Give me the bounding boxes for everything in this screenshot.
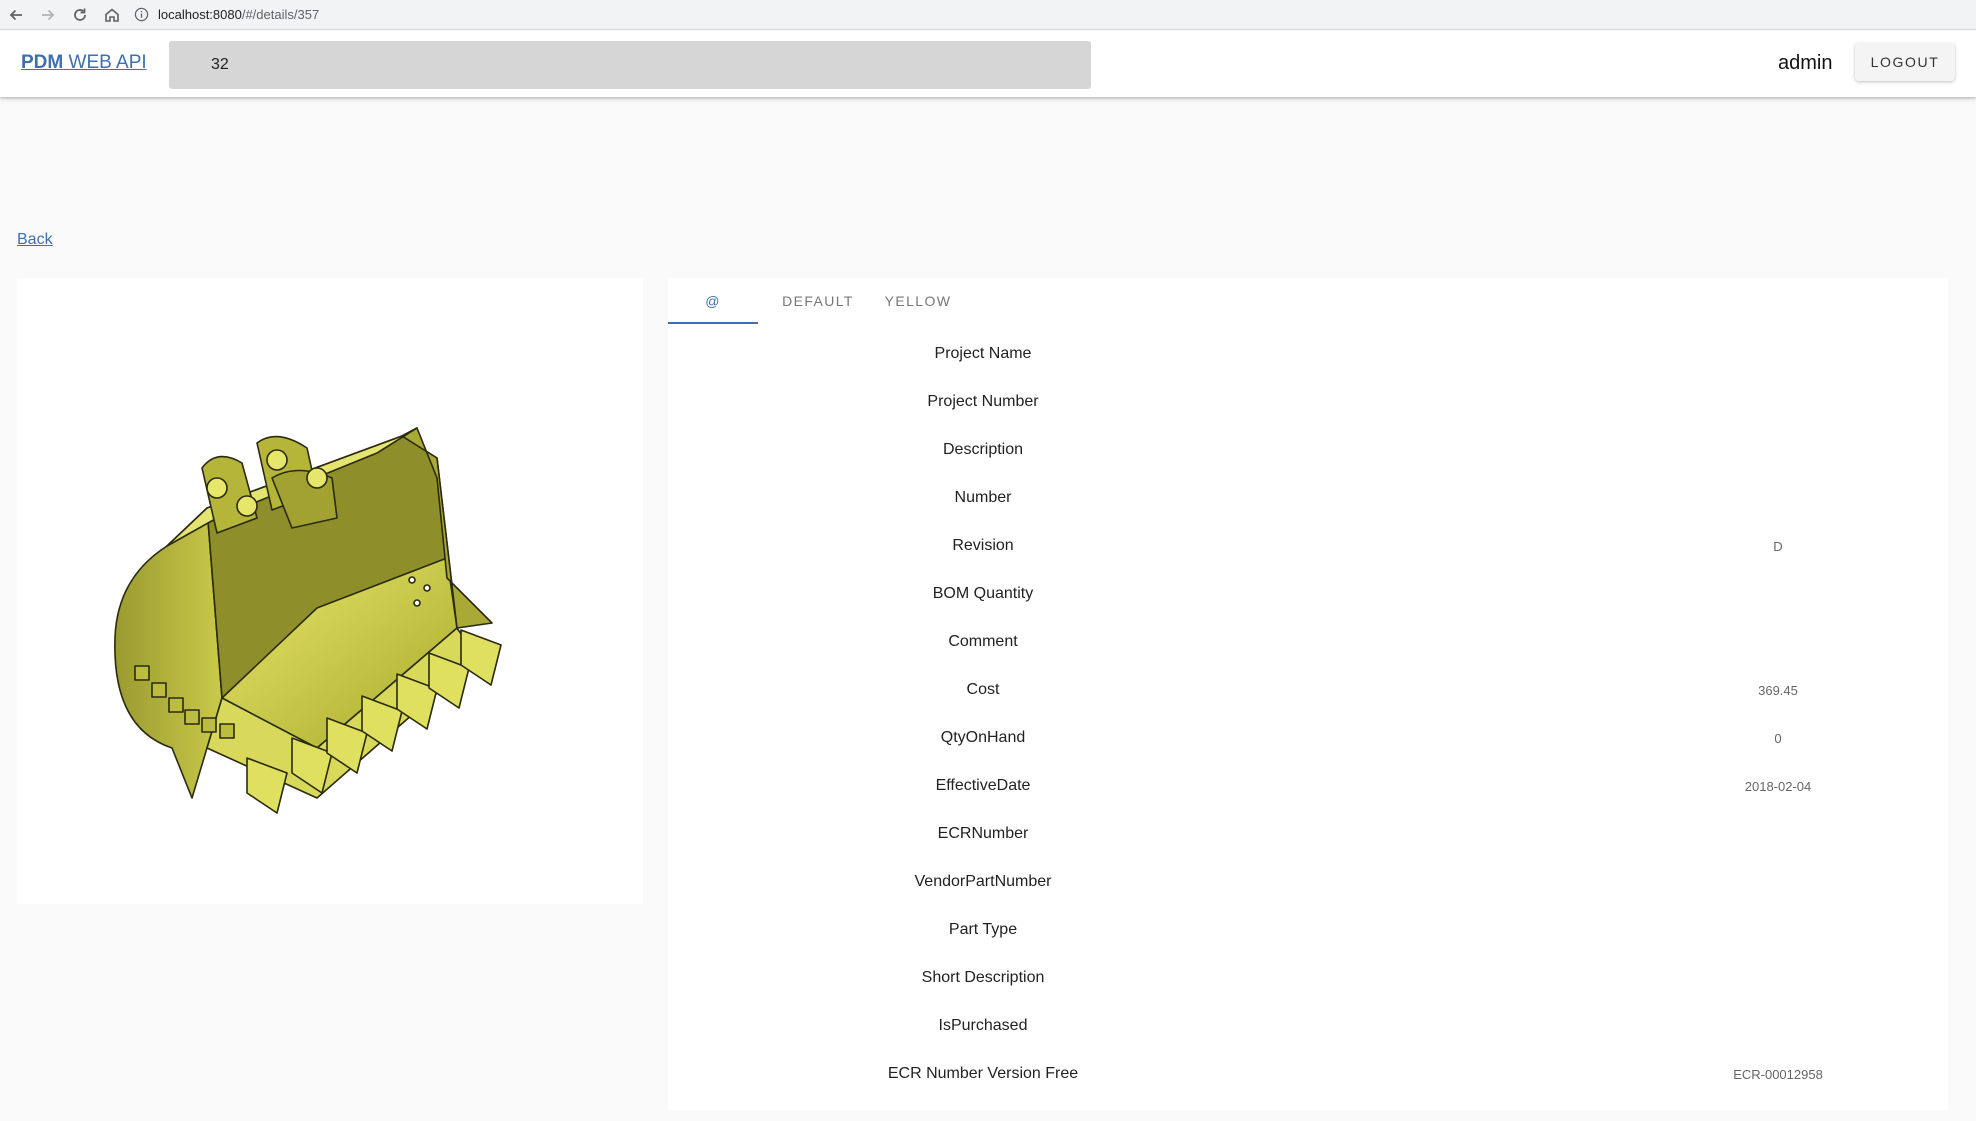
properties-list: Project Name Project Number Description Num…	[668, 330, 1948, 1098]
property-value	[1668, 858, 1888, 906]
property-row: Revision D	[668, 522, 1948, 570]
url-path: /#/details/357	[241, 7, 320, 22]
property-row: Part Type	[668, 906, 1948, 954]
property-value	[1668, 426, 1888, 474]
property-name: Project Name	[934, 345, 1032, 362]
property-name: EffectiveDate	[935, 777, 1031, 794]
search-input[interactable]	[169, 41, 1091, 89]
app-header: PDM WEB API admin LOGOUT	[0, 30, 1976, 97]
property-value: 2018-02-04	[1744, 778, 1812, 794]
property-row: Number	[668, 474, 1948, 522]
property-name: IsPurchased	[938, 1017, 1028, 1034]
property-name: Revision	[952, 537, 1014, 554]
property-value	[1668, 954, 1888, 1002]
property-name: ECRNumber	[937, 825, 1029, 842]
property-row: IsPurchased	[668, 1002, 1948, 1050]
property-name: Part Type	[948, 921, 1018, 938]
property-value: 369.45	[1758, 682, 1798, 698]
property-value: ECR-00012958	[1733, 1066, 1823, 1082]
model-preview-card	[17, 278, 643, 904]
property-row: QtyOnHand 0	[668, 714, 1948, 762]
home-icon[interactable]	[96, 0, 128, 29]
property-value	[1668, 906, 1888, 954]
property-value	[1668, 570, 1888, 618]
property-name: Description	[942, 441, 1024, 458]
property-name: BOM Quantity	[932, 585, 1034, 602]
tab-default[interactable]: DEFAULT	[768, 278, 868, 324]
configuration-tabs: @ DEFAULT YELLOW	[668, 278, 1948, 324]
property-value	[1668, 1002, 1888, 1050]
property-value: 0	[1774, 730, 1782, 746]
back-arrow-icon[interactable]	[0, 0, 32, 29]
property-row: ECRNumber	[668, 810, 1948, 858]
browser-toolbar: localhost:8080/#/details/357	[0, 0, 1976, 30]
tab-yellow[interactable]: YELLOW	[868, 278, 968, 324]
property-name: Comment	[948, 633, 1018, 650]
forward-arrow-icon[interactable]	[32, 0, 64, 29]
property-name: VendorPartNumber	[914, 873, 1052, 890]
property-row: ECR Number Version Free ECR-00012958	[668, 1050, 1948, 1098]
property-name: ECR Number Version Free	[887, 1065, 1079, 1082]
property-value	[1668, 330, 1888, 378]
property-value	[1668, 810, 1888, 858]
property-name: Short Description	[921, 969, 1045, 986]
brand-rest-text: WEB API	[68, 52, 147, 73]
property-row: Project Number	[668, 378, 1948, 426]
property-row: Comment	[668, 618, 1948, 666]
property-row: VendorPartNumber	[668, 858, 1948, 906]
url-host: localhost:8080	[158, 7, 242, 22]
property-value	[1668, 618, 1888, 666]
property-value	[1668, 378, 1888, 426]
property-row: EffectiveDate 2018-02-04	[668, 762, 1948, 810]
property-name: QtyOnHand	[940, 729, 1026, 746]
url-text: localhost:8080/#/details/357	[158, 7, 319, 22]
property-value	[1668, 474, 1888, 522]
reload-icon[interactable]	[64, 0, 96, 29]
property-row: Cost 369.45	[668, 666, 1948, 714]
property-name: Project Number	[927, 393, 1039, 410]
property-name: Cost	[966, 681, 1000, 698]
back-link[interactable]: Back	[17, 231, 53, 249]
username-label: admin	[1778, 52, 1833, 74]
excavator-bucket-image	[114, 427, 502, 814]
address-bar[interactable]: localhost:8080/#/details/357	[132, 4, 319, 26]
property-name: Number	[954, 489, 1012, 506]
property-row: Description	[668, 426, 1948, 474]
property-row: Project Name	[668, 330, 1948, 378]
active-tab-indicator	[668, 322, 758, 324]
tab-at[interactable]: @	[668, 278, 758, 324]
brand-bold-text: PDM	[21, 52, 64, 73]
property-row: BOM Quantity	[668, 570, 1948, 618]
info-icon[interactable]	[132, 6, 150, 24]
logout-button[interactable]: LOGOUT	[1855, 43, 1955, 81]
property-value: D	[1773, 538, 1783, 554]
properties-card: @ DEFAULT YELLOW Project Name Project Num…	[668, 278, 1948, 1110]
brand-link[interactable]: PDM WEB API	[21, 52, 147, 74]
property-row: Short Description	[668, 954, 1948, 1002]
